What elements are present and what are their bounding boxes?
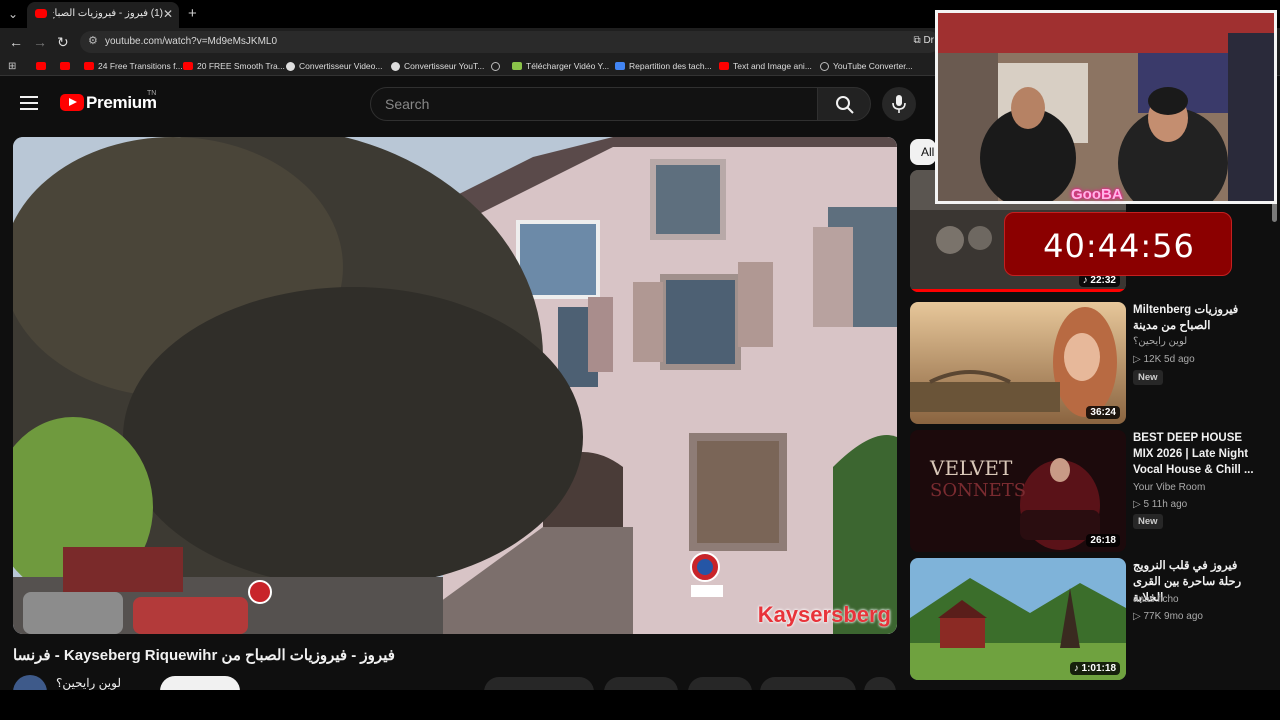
tab-title: (1) فيروز - فيروزيات الصباح م... bbox=[53, 8, 163, 19]
menu-hamburger-icon[interactable] bbox=[20, 96, 38, 110]
apps-grid-icon[interactable]: ⊞ bbox=[8, 59, 16, 73]
bookmark-item[interactable]: Télécharger Vidéo Y... bbox=[512, 59, 609, 73]
search-icon bbox=[836, 96, 854, 114]
youtube-icon bbox=[183, 62, 193, 70]
channel-name[interactable]: لوين رايحين؟ bbox=[56, 676, 121, 690]
video-title: فيروز - فيروزيات الصباح من Kayseberg Riq… bbox=[13, 647, 395, 664]
webcam-image bbox=[938, 13, 1274, 201]
tab-close-icon[interactable]: ✕ bbox=[163, 7, 173, 21]
bookmark-label: Text and Image ani... bbox=[733, 61, 812, 71]
streamer-name-label: GooBA bbox=[1071, 186, 1123, 203]
country-code: TN bbox=[147, 90, 157, 97]
stream-timer: 40:44:56 bbox=[1004, 212, 1232, 276]
recommendation-meta: ▷ 12K 5d ago bbox=[1133, 354, 1195, 365]
search-input[interactable] bbox=[385, 96, 785, 112]
globe-icon bbox=[391, 61, 400, 71]
bookmark-item[interactable]: YouTube Converter... bbox=[820, 59, 913, 73]
youtube-icon bbox=[84, 62, 94, 70]
recommendation-channel[interactable]: Your Vibe Room bbox=[1133, 482, 1205, 493]
video-duration: ♪ 1:01:18 bbox=[1069, 662, 1120, 675]
recommendation-thumbnail[interactable]: VELVET SONNETS 26:18 bbox=[910, 430, 1126, 552]
video-duration: 26:18 bbox=[1086, 534, 1120, 547]
bookmark-label: 24 Free Transitions f... bbox=[98, 61, 183, 71]
microphone-icon bbox=[892, 95, 906, 113]
recommendation-title[interactable]: فيروزيات Miltenberg الصباح من مدينة bbox=[1133, 302, 1263, 334]
new-tab-plus-icon[interactable]: + bbox=[188, 5, 197, 22]
bookmark-item[interactable]: Convertisseur Video... bbox=[286, 59, 382, 73]
svg-text:VELVET: VELVET bbox=[929, 456, 1013, 480]
new-badge: New bbox=[1133, 514, 1163, 529]
tab-search-dropdown-icon[interactable]: ⌄ bbox=[8, 7, 22, 21]
bookmark-item[interactable]: 20 FREE Smooth Tra... bbox=[183, 59, 285, 73]
bookmark-label: 20 FREE Smooth Tra... bbox=[197, 61, 285, 71]
video-frame-image bbox=[13, 137, 897, 634]
bookmark-item[interactable] bbox=[60, 59, 74, 73]
recommendation-meta: ▷ 77K 9mo ago bbox=[1133, 611, 1203, 622]
forward-arrow-icon[interactable]: → bbox=[33, 34, 47, 50]
watch-progress-bar bbox=[910, 289, 1126, 292]
bookmark-label: Convertisseur YouT... bbox=[404, 61, 485, 71]
bookmark-item[interactable] bbox=[491, 59, 504, 73]
svg-text:SONNETS: SONNETS bbox=[930, 480, 1026, 501]
bookmark-item[interactable]: Text and Image ani... bbox=[719, 59, 812, 73]
youtube-icon bbox=[719, 62, 729, 70]
bookmark-item[interactable]: Convertisseur YouT... bbox=[391, 59, 484, 73]
recommendation-thumbnail[interactable]: ♪ 1:01:18 bbox=[910, 558, 1126, 680]
site-info-icon[interactable]: ⚙ bbox=[88, 34, 98, 47]
video-location-caption: Kaysersberg bbox=[757, 602, 891, 627]
address-bar[interactable]: ⚙ youtube.com/watch?v=Md9eMsJKML0 ⧉ Dr bbox=[80, 31, 940, 53]
globe-icon bbox=[491, 61, 500, 71]
webcam-overlay bbox=[935, 10, 1277, 204]
bookmark-item[interactable]: Repartition des tach... bbox=[615, 59, 712, 73]
voice-search-button[interactable] bbox=[882, 87, 916, 121]
globe-icon bbox=[286, 61, 295, 71]
browser-tab-active[interactable]: (1) فيروز - فيروزيات الصباح م... ✕ bbox=[27, 2, 179, 28]
youtube-icon bbox=[36, 62, 46, 70]
youtube-icon bbox=[60, 62, 70, 70]
new-badge: New bbox=[1133, 370, 1163, 385]
document-icon bbox=[615, 62, 625, 70]
bookmark-label: Repartition des tach... bbox=[629, 61, 712, 71]
recommendation-title[interactable]: BEST DEEP HOUSE MIX 2026 | Late Night Vo… bbox=[1133, 430, 1263, 478]
search-button[interactable] bbox=[817, 87, 871, 121]
chip-all[interactable]: All bbox=[910, 139, 936, 165]
back-arrow-icon[interactable]: ← bbox=[9, 34, 23, 50]
bookmark-label: Télécharger Vidéo Y... bbox=[526, 61, 610, 71]
recommendation-channel[interactable]: anas ficho bbox=[1133, 594, 1179, 605]
bookmark-item[interactable]: 24 Free Transitions f... bbox=[84, 59, 183, 73]
address-url: youtube.com/watch?v=Md9eMsJKML0 bbox=[105, 36, 278, 47]
youtube-favicon-icon bbox=[35, 9, 47, 18]
search-box[interactable] bbox=[370, 87, 818, 121]
timer-readout: 40:44:56 bbox=[1043, 227, 1195, 265]
download-icon bbox=[512, 62, 522, 70]
reload-icon[interactable]: ↻ bbox=[57, 34, 69, 50]
globe-icon bbox=[820, 61, 829, 71]
screen-bottom-edge bbox=[0, 690, 1280, 720]
video-player[interactable]: Kaysersberg bbox=[13, 137, 897, 634]
recommendation-channel[interactable]: لوين رايحين؟ bbox=[1133, 336, 1187, 347]
bookmark-label: YouTube Converter... bbox=[833, 61, 913, 71]
extension-button[interactable]: ⧉ Dr bbox=[914, 35, 934, 46]
bookmark-label: Convertisseur Video... bbox=[299, 61, 383, 71]
video-duration: 36:24 bbox=[1086, 406, 1120, 419]
bookmark-item[interactable] bbox=[36, 59, 50, 73]
recommendation-meta: ▷ 5 11h ago bbox=[1133, 499, 1188, 510]
recommendation-thumbnail[interactable]: 36:24 bbox=[910, 302, 1126, 424]
youtube-logo-icon[interactable] bbox=[60, 94, 84, 111]
